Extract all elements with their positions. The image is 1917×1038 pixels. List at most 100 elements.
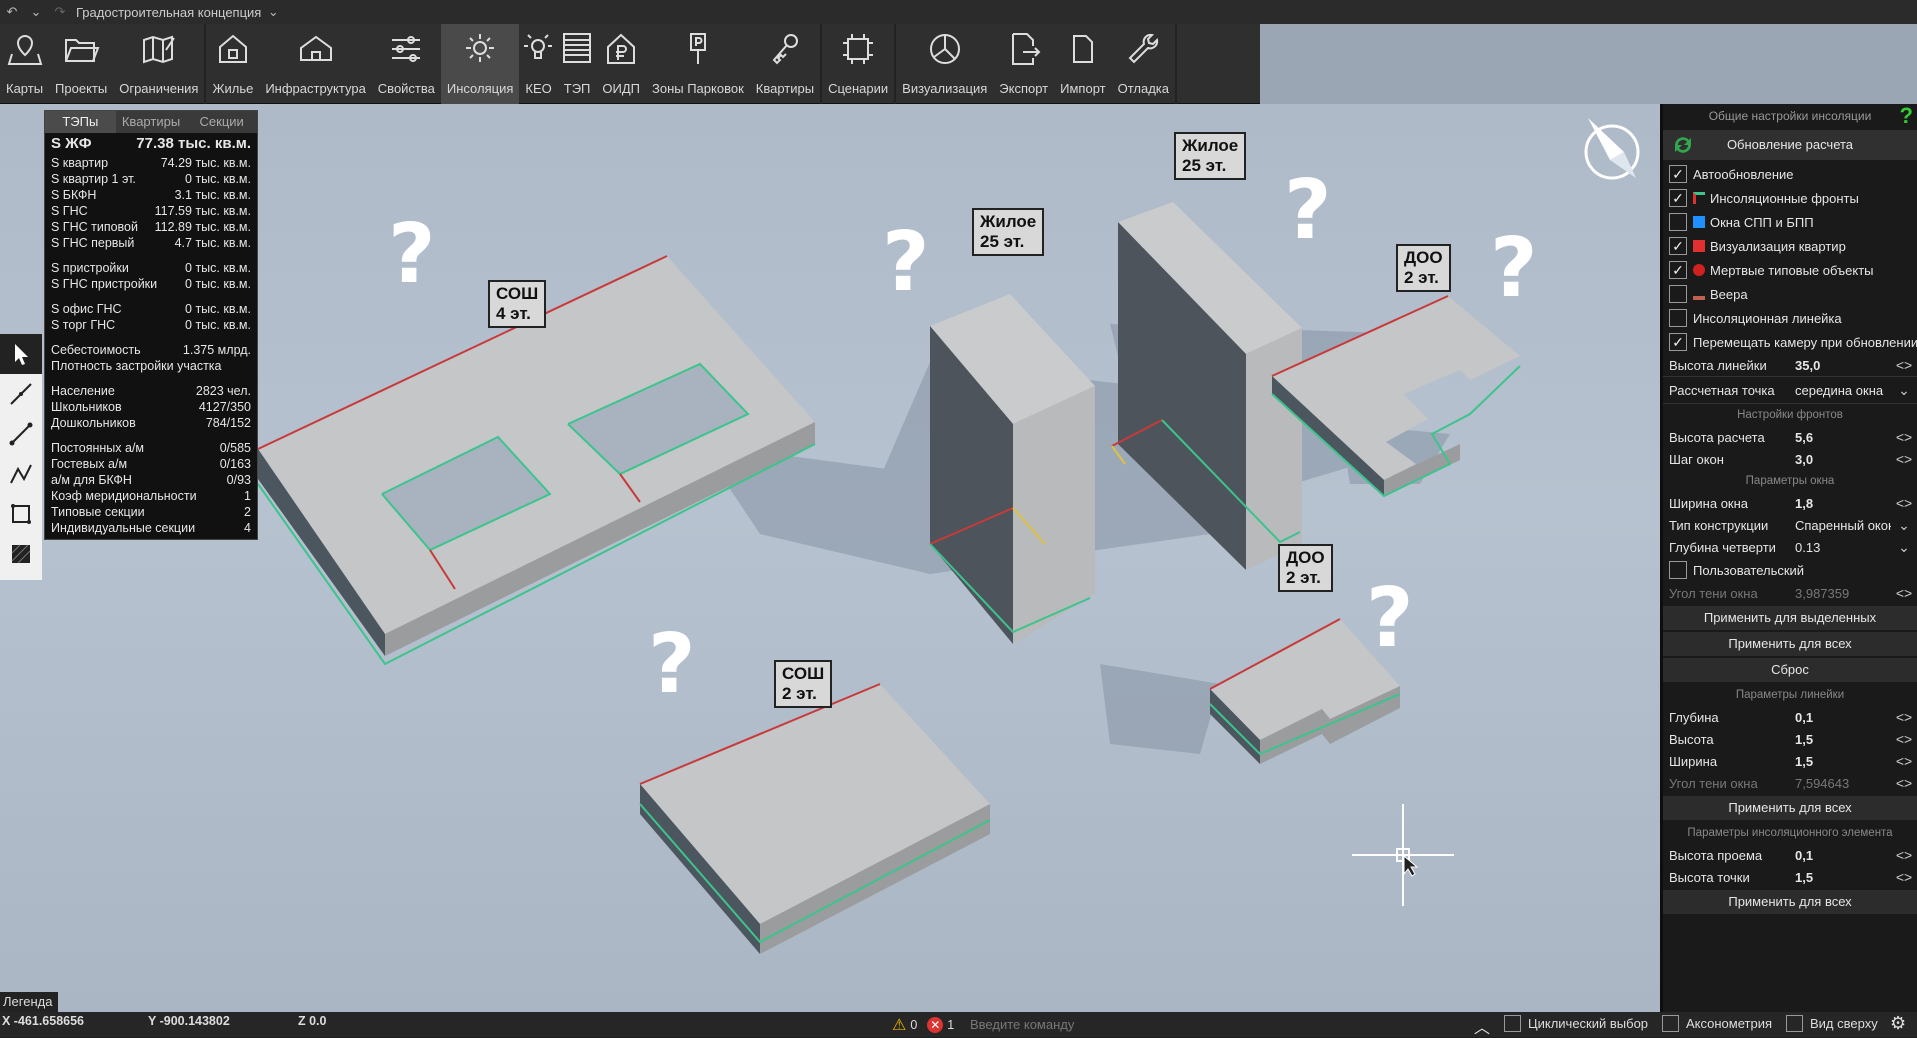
apply-all-button[interactable]: Применить для всех	[1663, 890, 1917, 914]
stepper-arrows-icon[interactable]: <>	[1891, 847, 1917, 863]
axonometry-toggle[interactable]: Аксонометрия	[1662, 1015, 1772, 1032]
tab-tep[interactable]: ТЭПы	[45, 111, 116, 133]
toolbar-oidp[interactable]: ОИДП	[596, 24, 646, 104]
toolbar-restrictions[interactable]: Ограничения	[113, 24, 207, 104]
stepper-arrows-icon[interactable]: <>	[1891, 869, 1917, 885]
chevron-down-icon[interactable]: ⌄	[24, 4, 48, 20]
rectangle-tool-icon[interactable]	[0, 494, 42, 534]
command-input[interactable]: Введите команду	[970, 1015, 1490, 1035]
stepper-arrows-icon[interactable]: <>	[1891, 731, 1917, 747]
stepper-arrows-icon[interactable]: <>	[1891, 709, 1917, 725]
checkbox-box[interactable]	[1504, 1015, 1521, 1032]
depth-field[interactable]: Глубина 0,1 <>	[1663, 706, 1917, 728]
setting-checkbox[interactable]: ✓ Автообновление	[1663, 162, 1917, 186]
calc-height-field[interactable]: Высота расчета 5,6 <>	[1663, 426, 1917, 448]
prop-value[interactable]: 35,0	[1795, 358, 1891, 373]
polyline-tool-icon[interactable]	[0, 454, 42, 494]
checkbox-box[interactable]: ✓	[1669, 165, 1687, 183]
construction-type-select[interactable]: Тип конструкции Спаренный окон ⌄	[1663, 514, 1917, 536]
hatch-tool-icon[interactable]	[0, 534, 42, 574]
setting-checkbox[interactable]: Веера	[1663, 282, 1917, 306]
toolbar-scenarios[interactable]: Сценарии	[822, 24, 897, 104]
checkbox-box[interactable]: ✓	[1669, 333, 1687, 351]
toolbar-apartments[interactable]: Квартиры	[750, 24, 823, 104]
prop-value[interactable]: середина окна	[1795, 383, 1891, 398]
legend-button[interactable]: Легенда	[0, 992, 58, 1012]
prop-value[interactable]: 1,5	[1795, 732, 1891, 747]
apply-selected-button[interactable]: Применить для выделенных	[1663, 606, 1917, 630]
prop-value[interactable]: 3,0	[1795, 452, 1891, 467]
undo-icon[interactable]: ↶	[0, 4, 24, 20]
toolbar-properties[interactable]: Свойства	[372, 24, 441, 104]
gear-icon[interactable]: ⚙	[1890, 1013, 1906, 1034]
prop-value[interactable]: Спаренный окон	[1795, 518, 1891, 533]
chevron-down-icon[interactable]: ⌄	[1891, 382, 1917, 399]
toolbar-projects[interactable]: Проекты	[49, 24, 113, 104]
ruler-height-field[interactable]: Высота линейки 35,0 <>	[1663, 354, 1917, 376]
setting-checkbox[interactable]: Инсоляционная линейка	[1663, 306, 1917, 330]
window-step-field[interactable]: Шаг окон 3,0 <>	[1663, 448, 1917, 470]
stepper-arrows-icon[interactable]: <>	[1891, 451, 1917, 467]
prop-value[interactable]: 1,5	[1795, 870, 1891, 885]
tab-sections[interactable]: Секции	[186, 111, 257, 133]
setting-checkbox[interactable]: Окна СПП и БПП	[1663, 210, 1917, 234]
setting-checkbox[interactable]: ✓ Перемещать камеру при обновлении	[1663, 330, 1917, 354]
chevron-up-icon[interactable]: ︿	[1474, 1014, 1490, 1038]
prop-value[interactable]: 0,1	[1795, 848, 1891, 863]
compass-icon[interactable]	[1580, 114, 1644, 186]
checkbox-box[interactable]: ✓	[1669, 189, 1687, 207]
setting-checkbox[interactable]: ✓ Мертвые типовые объекты	[1663, 258, 1917, 282]
apply-all-button[interactable]: Применить для всех	[1663, 796, 1917, 820]
opening-height-field[interactable]: Высота проема 0,1 <>	[1663, 844, 1917, 866]
apply-all-button[interactable]: Применить для всех	[1663, 632, 1917, 656]
window-width-field[interactable]: Ширина окна 1,8 <>	[1663, 492, 1917, 514]
point-height-field[interactable]: Высота точки 1,5 <>	[1663, 866, 1917, 888]
checkbox-box[interactable]	[1669, 561, 1687, 579]
toolbar-infrastructure[interactable]: Инфраструктура	[259, 24, 371, 104]
width-field[interactable]: Ширина 1,5 <>	[1663, 750, 1917, 772]
calc-point-select[interactable]: Рассчетная точка середина окна ⌄	[1663, 376, 1917, 404]
segment-tool-icon[interactable]	[0, 414, 42, 454]
checkbox-box[interactable]	[1669, 309, 1687, 327]
toolbar-keo[interactable]: КЕО	[519, 24, 557, 104]
quarter-depth-select[interactable]: Глубина четверти 0.13 ⌄	[1663, 536, 1917, 558]
pointer-tool-icon[interactable]	[0, 334, 42, 374]
building-zhiloe-1[interactable]	[929, 294, 1095, 644]
chevron-down-icon[interactable]: ⌄	[1891, 517, 1917, 534]
toolbar-tep[interactable]: ТЭП	[558, 24, 597, 104]
line-tool-icon[interactable]	[0, 374, 42, 414]
toolbar-maps[interactable]: Карты	[0, 24, 49, 104]
cyclic-select-toggle[interactable]: Циклический выбор	[1504, 1015, 1648, 1032]
checkbox-box[interactable]: ✓	[1669, 237, 1687, 255]
title-dropdown-icon[interactable]: ⌄	[261, 4, 285, 20]
checkbox-box[interactable]	[1669, 213, 1687, 231]
stepper-arrows-icon[interactable]: <>	[1891, 357, 1917, 373]
chevron-down-icon[interactable]: ⌄	[1891, 539, 1917, 556]
stepper-arrows-icon[interactable]: <>	[1891, 753, 1917, 769]
checkbox-box[interactable]	[1786, 1015, 1803, 1032]
stepper-arrows-icon[interactable]: <>	[1891, 429, 1917, 445]
toolbar-insolation[interactable]: Инсоляция	[440, 24, 520, 104]
prop-value[interactable]: 5,6	[1795, 430, 1891, 445]
tab-apartments[interactable]: Квартиры	[116, 111, 187, 133]
prop-value[interactable]: 1,5	[1795, 754, 1891, 769]
height-field[interactable]: Высота 1,5 <>	[1663, 728, 1917, 750]
setting-checkbox[interactable]: ✓ Визуализация квартир	[1663, 234, 1917, 258]
prop-value[interactable]: 0,1	[1795, 710, 1891, 725]
toolbar-export[interactable]: Экспорт	[993, 24, 1054, 104]
reset-button[interactable]: Сброс	[1663, 658, 1917, 682]
prop-value[interactable]: 1,8	[1795, 496, 1891, 511]
stepper-arrows-icon[interactable]: <>	[1891, 495, 1917, 511]
checkbox-box[interactable]	[1669, 285, 1687, 303]
toolbar-housing[interactable]: Жилье	[206, 24, 259, 104]
update-calculation-button[interactable]: Обновление расчета	[1663, 130, 1917, 160]
top-view-toggle[interactable]: Вид сверху	[1786, 1015, 1878, 1032]
toolbar-debug[interactable]: Отладка	[1112, 24, 1177, 104]
toolbar-visualization[interactable]: Визуализация	[896, 24, 993, 104]
setting-checkbox[interactable]: ✓ Инсоляционные фронты	[1663, 186, 1917, 210]
prop-value[interactable]: 0.13	[1795, 540, 1891, 555]
checkbox-box[interactable]	[1662, 1015, 1679, 1032]
messages-indicator[interactable]: ⚠ 0 ✕ 1	[892, 1015, 954, 1035]
toolbar-parking[interactable]: Зоны Парковок	[646, 24, 750, 104]
checkbox-box[interactable]: ✓	[1669, 261, 1687, 279]
